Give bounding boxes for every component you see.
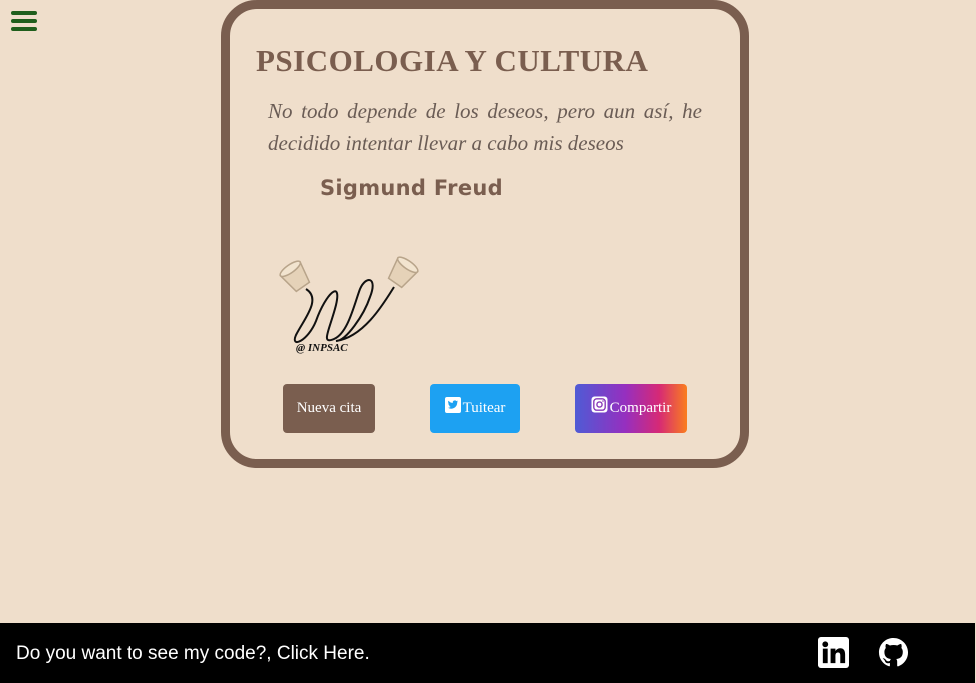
quote-author: Sigmund Freud (320, 176, 503, 200)
instagram-icon (591, 396, 608, 413)
new-quote-button[interactable]: Nueva cita (283, 384, 375, 433)
hamburger-menu-icon[interactable] (11, 11, 37, 31)
menu-bar (11, 27, 37, 31)
quote-text: No todo depende de los deseos, pero aun … (268, 99, 702, 155)
quote-card: PSICOLOGIA Y CULTURA No todo depende de … (221, 0, 749, 468)
new-quote-label: Nueva cita (296, 400, 362, 416)
page-title: PSICOLOGIA Y CULTURA (256, 43, 649, 78)
twitter-icon (444, 396, 461, 413)
share-instagram-button[interactable]: Compartir (575, 384, 687, 433)
linkedin-icon[interactable] (818, 637, 849, 668)
menu-bar (11, 11, 37, 15)
github-icon[interactable] (878, 637, 909, 668)
tweet-button[interactable]: Tuitear (430, 384, 520, 433)
share-label: Compartir (609, 400, 672, 416)
menu-bar (11, 19, 37, 23)
see-code-link[interactable]: Do you want to see my code?, Click Here. (16, 643, 370, 665)
inpsac-logo: @ INPSAC (279, 256, 419, 354)
logo-caption: @ INPSAC (296, 342, 348, 354)
footer-bar: Do you want to see my code?, Click Here. (0, 623, 975, 683)
tweet-label: Tuitear (462, 400, 506, 416)
